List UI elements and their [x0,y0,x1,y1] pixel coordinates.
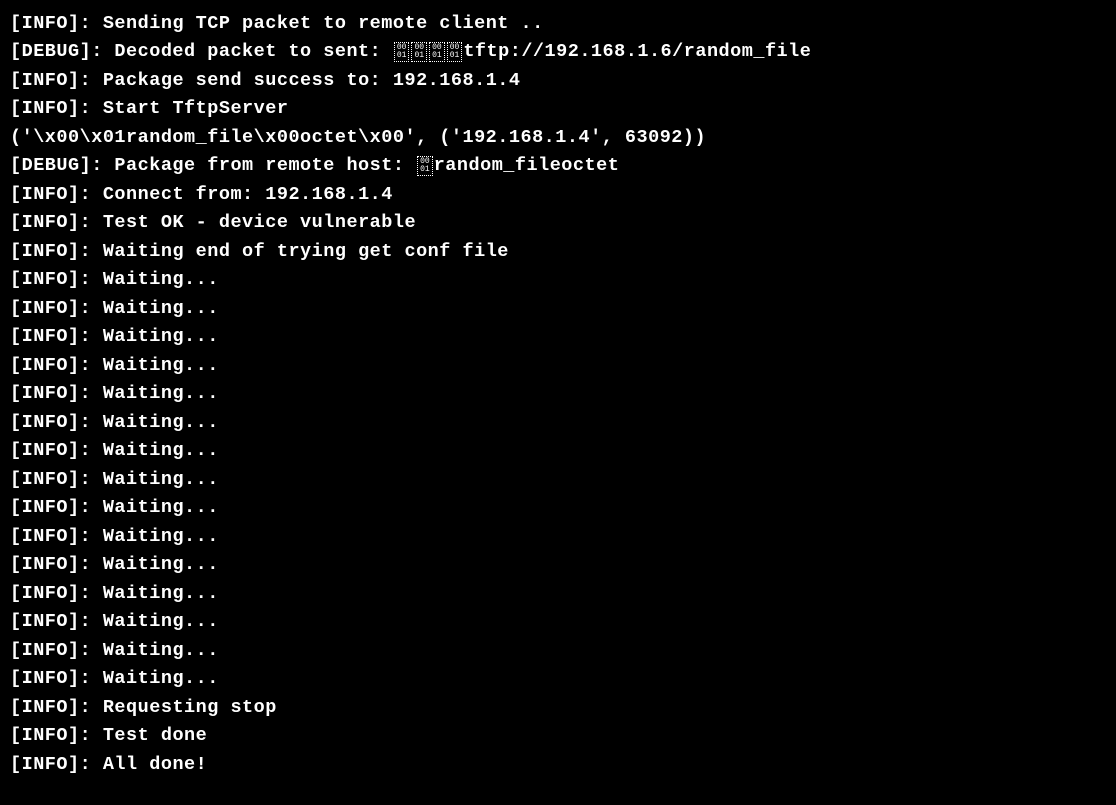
log-text: Waiting end of trying get conf file [103,241,509,262]
log-text: Waiting... [103,640,219,661]
log-text: Package from remote host: [114,155,416,176]
log-prefix: [INFO]: [10,497,103,518]
log-prefix: [DEBUG]: [10,155,114,176]
hex-glyph-icon: 0001 [429,42,445,62]
log-line: [INFO]: Waiting... [10,523,1106,551]
log-line: [INFO]: Waiting... [10,637,1106,665]
log-text: Waiting... [103,526,219,547]
log-line: ('\x00\x01random_file\x00octet\x00', ('1… [10,124,1106,152]
log-prefix: [INFO]: [10,640,103,661]
log-prefix: [INFO]: [10,383,103,404]
log-prefix: [INFO]: [10,326,103,347]
log-prefix: [INFO]: [10,355,103,376]
log-text: Waiting... [103,355,219,376]
log-line: [INFO]: Test done [10,722,1106,750]
log-text: Requesting stop [103,697,277,718]
log-line: [INFO]: Waiting... [10,608,1106,636]
log-text: Waiting... [103,497,219,518]
log-prefix: [INFO]: [10,212,103,233]
log-text: Start TftpServer [103,98,289,119]
hex-glyph-icon: 0001 [417,156,433,176]
log-line: [INFO]: Waiting... [10,323,1106,351]
log-prefix: [INFO]: [10,725,103,746]
log-text: ('\x00\x01random_file\x00octet\x00', ('1… [10,127,706,148]
log-text: Connect from: 192.168.1.4 [103,184,393,205]
log-line: [INFO]: Waiting... [10,380,1106,408]
log-prefix: [INFO]: [10,611,103,632]
terminal-output: [INFO]: Sending TCP packet to remote cli… [10,10,1106,779]
log-line: [INFO]: Waiting... [10,466,1106,494]
log-prefix: [INFO]: [10,412,103,433]
log-text: Waiting... [103,583,219,604]
log-line: [DEBUG]: Package from remote host: 0001r… [10,152,1106,180]
log-line: [DEBUG]: Decoded packet to sent: 0001000… [10,38,1106,66]
log-text: Sending TCP packet to remote client .. [103,13,544,34]
log-line: [INFO]: Package send success to: 192.168… [10,67,1106,95]
log-prefix: [INFO]: [10,98,103,119]
log-prefix: [DEBUG]: [10,41,114,62]
log-text: tftp://192.168.1.6/random_file [463,41,811,62]
log-text: Waiting... [103,412,219,433]
log-prefix: [INFO]: [10,668,103,689]
log-text: Waiting... [103,440,219,461]
log-text: Waiting... [103,326,219,347]
log-prefix: [INFO]: [10,184,103,205]
log-text: Decoded packet to sent: [114,41,392,62]
log-line: [INFO]: Test OK - device vulnerable [10,209,1106,237]
log-line: [INFO]: Waiting... [10,437,1106,465]
log-line: [INFO]: All done! [10,751,1106,779]
log-line: [INFO]: Waiting... [10,295,1106,323]
log-line: [INFO]: Waiting end of trying get conf f… [10,238,1106,266]
log-text: random_fileoctet [434,155,620,176]
log-line: [INFO]: Waiting... [10,665,1106,693]
log-text: Package send success to: 192.168.1.4 [103,70,521,91]
log-prefix: [INFO]: [10,269,103,290]
log-prefix: [INFO]: [10,13,103,34]
log-text: Waiting... [103,269,219,290]
log-text: Waiting... [103,668,219,689]
log-text: Waiting... [103,554,219,575]
hex-glyph-icon: 0001 [394,42,410,62]
log-prefix: [INFO]: [10,583,103,604]
log-line: [INFO]: Sending TCP packet to remote cli… [10,10,1106,38]
log-prefix: [INFO]: [10,697,103,718]
log-text: Waiting... [103,611,219,632]
log-text: All done! [103,754,207,775]
log-prefix: [INFO]: [10,526,103,547]
log-line: [INFO]: Waiting... [10,352,1106,380]
log-text: Waiting... [103,469,219,490]
log-line: [INFO]: Waiting... [10,551,1106,579]
log-prefix: [INFO]: [10,440,103,461]
log-prefix: [INFO]: [10,469,103,490]
log-line: [INFO]: Waiting... [10,494,1106,522]
hex-glyph-icon: 0001 [447,42,463,62]
log-line: [INFO]: Waiting... [10,409,1106,437]
log-prefix: [INFO]: [10,70,103,91]
log-line: [INFO]: Requesting stop [10,694,1106,722]
log-line: [INFO]: Waiting... [10,266,1106,294]
log-prefix: [INFO]: [10,754,103,775]
log-line: [INFO]: Start TftpServer [10,95,1106,123]
log-prefix: [INFO]: [10,554,103,575]
log-text: Test OK - device vulnerable [103,212,416,233]
hex-glyph-icon: 0001 [411,42,427,62]
log-line: [INFO]: Waiting... [10,580,1106,608]
log-prefix: [INFO]: [10,298,103,319]
log-text: Waiting... [103,383,219,404]
log-text: Test done [103,725,207,746]
log-line: [INFO]: Connect from: 192.168.1.4 [10,181,1106,209]
log-prefix: [INFO]: [10,241,103,262]
log-text: Waiting... [103,298,219,319]
